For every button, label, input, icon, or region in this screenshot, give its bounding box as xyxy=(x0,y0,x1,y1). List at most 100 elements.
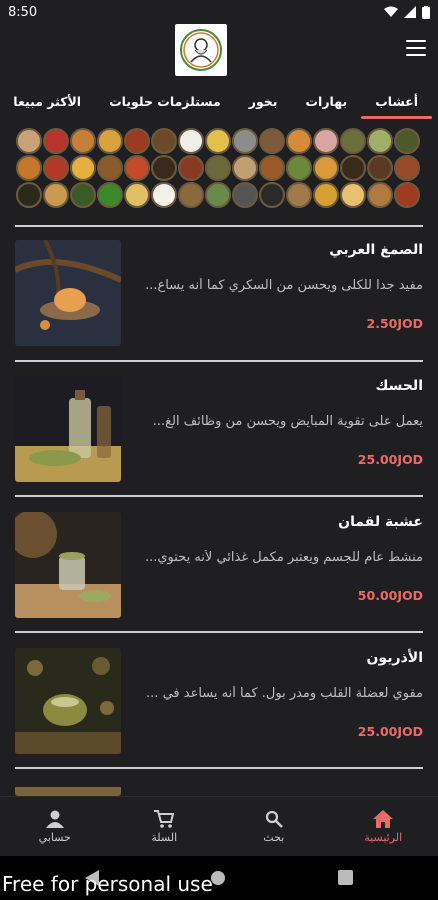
spice-bowl-image xyxy=(259,182,285,208)
spice-bowl-image xyxy=(178,182,204,208)
product-price: 50.00JOD xyxy=(357,588,423,603)
bottom-navigation: الرئيسية بحث السلة حسابي xyxy=(0,796,438,856)
menu-bar xyxy=(406,47,426,49)
spice-bowl-image xyxy=(97,128,123,154)
cart-icon xyxy=(154,809,175,828)
spice-bowl-image xyxy=(232,155,258,181)
spice-bowl-image xyxy=(259,128,285,154)
spice-bowl-image xyxy=(394,128,420,154)
menu-bar xyxy=(406,54,426,56)
spice-bowl-image xyxy=(313,182,339,208)
product-image xyxy=(15,240,121,346)
spice-bowl-image xyxy=(313,128,339,154)
menu-bar xyxy=(406,40,426,42)
spice-bowl-image xyxy=(340,182,366,208)
spice-bowl-image xyxy=(97,182,123,208)
product-name: الصمغ العربي xyxy=(329,242,423,258)
product-card[interactable]: الأذريون مقوي لعضلة القلب ومدر بول. كما … xyxy=(15,648,423,756)
nav-account[interactable]: حسابي xyxy=(0,797,110,856)
product-name: عشبة لقمان xyxy=(338,514,423,530)
category-tabs: أعشاب بهارات بخور مستلزمات حلويات الأكثر… xyxy=(0,84,438,119)
product-image xyxy=(15,648,121,754)
status-bar: 8:50 xyxy=(0,0,438,24)
logo-portrait-icon xyxy=(180,29,222,71)
divider xyxy=(15,767,423,769)
tab-herbs[interactable]: أعشاب xyxy=(361,84,432,119)
status-icons xyxy=(384,5,430,19)
spice-bowl-image xyxy=(43,182,69,208)
tab-best-sellers[interactable]: الأكثر مبيعا xyxy=(0,84,95,118)
nav-cart-label: السلة xyxy=(151,830,178,844)
product-image xyxy=(15,784,121,796)
product-price: 25.00JOD xyxy=(357,724,423,739)
spices-banner xyxy=(16,128,424,208)
menu-button[interactable] xyxy=(406,38,426,58)
spice-bowl-image xyxy=(151,128,177,154)
product-image xyxy=(15,376,121,482)
spice-bowl-image xyxy=(367,182,393,208)
product-description: منشط عام للجسم ويعتبر مكمل غذائي لأنه يح… xyxy=(144,550,423,565)
spice-bowl-image xyxy=(340,155,366,181)
spice-bowl-image xyxy=(124,155,150,181)
app-bar xyxy=(0,24,438,80)
recents-icon[interactable] xyxy=(338,870,353,885)
spice-bowl-image xyxy=(124,182,150,208)
spice-bowl-image xyxy=(70,182,96,208)
nav-search-label: بحث xyxy=(263,830,285,844)
spice-bowl-image xyxy=(70,128,96,154)
product-card[interactable]: الحسك يعمل على تقوية المبايض ويحسن من وظ… xyxy=(15,376,423,484)
product-description: مفيد جدا للكلى ويحسن من السكري كما أنه ي… xyxy=(145,278,423,293)
spice-bowl-image xyxy=(151,182,177,208)
spice-bowl-image xyxy=(286,182,312,208)
spice-bowl-image xyxy=(178,128,204,154)
status-time: 8:50 xyxy=(8,4,38,20)
divider xyxy=(15,631,423,633)
product-name: الحسك xyxy=(375,378,423,394)
spice-bowl-image xyxy=(394,155,420,181)
spice-bowl-image xyxy=(97,155,123,181)
spice-bowl-image xyxy=(205,128,231,154)
search-icon xyxy=(265,810,283,828)
divider xyxy=(15,495,423,497)
spice-bowl-image xyxy=(205,182,231,208)
spice-bowl-image xyxy=(259,155,285,181)
account-icon xyxy=(45,810,64,828)
spice-bowl-image xyxy=(286,155,312,181)
product-description: يعمل على تقوية المبايض ويحسن من وظائف ال… xyxy=(152,414,423,429)
spice-bowl-image xyxy=(340,128,366,154)
nav-search[interactable]: بحث xyxy=(219,797,329,856)
spice-bowl-image xyxy=(286,128,312,154)
product-name: الأذريون xyxy=(366,650,423,666)
product-price: 25.00JOD xyxy=(357,452,423,467)
wifi-icon xyxy=(384,6,398,17)
home-icon xyxy=(373,809,394,828)
spice-bowl-image xyxy=(16,182,42,208)
tab-sweets-supplies[interactable]: مستلزمات حلويات xyxy=(95,84,235,118)
spice-bowl-image xyxy=(205,155,231,181)
nav-cart[interactable]: السلة xyxy=(110,797,220,856)
nav-home[interactable]: الرئيسية xyxy=(329,797,438,856)
spice-bowl-image xyxy=(151,155,177,181)
nav-account-label: حسابي xyxy=(38,830,71,844)
logo xyxy=(175,24,227,76)
spice-bowl-image xyxy=(394,182,420,208)
tab-incense[interactable]: بخور xyxy=(235,84,292,118)
divider xyxy=(15,225,423,227)
product-price: 2.50JOD xyxy=(366,316,424,331)
product-description: مقوي لعضلة القلب ومدر بول. كما أنه يساعد… xyxy=(146,686,423,701)
tab-spices[interactable]: بهارات xyxy=(292,84,362,118)
product-card[interactable]: عشبة لقمان منشط عام للجسم ويعتبر مكمل غذ… xyxy=(15,512,423,620)
nav-home-label: الرئيسية xyxy=(364,830,403,844)
spice-bowl-image xyxy=(367,128,393,154)
spice-bowl-image xyxy=(367,155,393,181)
spice-bowl-image xyxy=(313,155,339,181)
spice-bowl-image xyxy=(178,155,204,181)
watermark-text: Free for personal use xyxy=(2,872,213,896)
battery-icon xyxy=(422,5,430,19)
signal-icon xyxy=(404,6,416,18)
product-image xyxy=(15,512,121,618)
product-card[interactable] xyxy=(15,784,423,796)
spice-bowl-image xyxy=(43,128,69,154)
spice-bowl-image xyxy=(16,155,42,181)
product-card[interactable]: الصمغ العربي مفيد جدا للكلى ويحسن من الس… xyxy=(15,240,423,348)
